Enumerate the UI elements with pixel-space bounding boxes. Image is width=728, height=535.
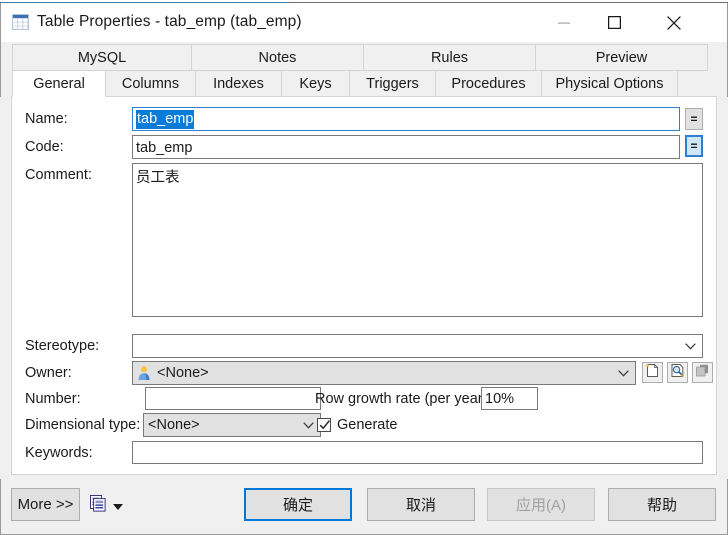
general-tab-panel: Name: tab_emp = Code: tab_emp = Comment:… [11, 96, 717, 475]
tab-indexes[interactable]: Indexes [196, 70, 282, 97]
code-input-value: tab_emp [136, 139, 193, 156]
comment-label: Comment: [25, 167, 92, 183]
chevron-down-icon [113, 497, 123, 515]
name-input[interactable]: tab_emp [132, 107, 680, 131]
apply-button: 应用(A) [487, 488, 595, 521]
create-object-button[interactable] [642, 362, 663, 383]
tab-label: Indexes [213, 75, 264, 92]
row-growth-rate-input[interactable]: 10% [481, 387, 538, 410]
code-equals-button[interactable]: = [685, 135, 703, 157]
tab-keys[interactable]: Keys [282, 70, 350, 97]
code-label: Code: [25, 139, 64, 155]
chevron-down-icon [685, 338, 696, 354]
keywords-label: Keywords: [25, 445, 93, 461]
tab-strip: MySQL Notes Rules Preview General Column… [0, 42, 728, 97]
generate-checkbox[interactable] [317, 418, 331, 432]
new-page-icon [645, 362, 660, 383]
apply-button-label: 应用(A) [516, 497, 566, 514]
tab-mysql[interactable]: MySQL [12, 44, 192, 71]
more-button-label: More >> [17, 496, 74, 513]
row-growth-rate-label: Row growth rate (per year): [315, 391, 492, 407]
equals-glyph: = [690, 139, 698, 153]
owner-combobox[interactable]: <None> [132, 361, 636, 385]
tab-general[interactable]: General [12, 70, 106, 97]
ok-button[interactable]: 确定 [244, 488, 352, 521]
comment-value: 员工表 [136, 170, 180, 186]
report-menu-button[interactable] [90, 495, 123, 517]
stereotype-combobox[interactable] [132, 334, 703, 358]
open-object-button [692, 362, 713, 383]
check-icon [319, 420, 330, 430]
number-label: Number: [25, 391, 81, 407]
window-title: Table Properties - tab_emp (tab_emp) [37, 13, 302, 30]
ok-button-label: 确定 [282, 497, 313, 514]
tab-procedures[interactable]: Procedures [436, 70, 542, 97]
chevron-down-icon [618, 365, 629, 381]
more-button[interactable]: More >> [11, 488, 80, 521]
tab-preview[interactable]: Preview [536, 44, 708, 71]
tab-label: Notes [258, 49, 297, 66]
name-input-value: tab_emp [136, 110, 195, 129]
browse-object-button[interactable] [667, 362, 688, 383]
tab-label: General [33, 75, 85, 92]
stereotype-label: Stereotype: [25, 338, 100, 354]
close-button[interactable] [651, 6, 697, 39]
tab-label: Preview [595, 49, 648, 66]
equals-glyph: = [690, 112, 698, 126]
tab-label: Rules [430, 49, 469, 66]
close-icon [667, 15, 681, 30]
chevron-down-icon [303, 417, 314, 433]
tab-label: Physical Options [555, 75, 664, 92]
title-bar: Table Properties - tab_emp (tab_emp) [0, 3, 728, 42]
page-search-icon [670, 363, 685, 383]
tab-label: Keys [299, 75, 332, 92]
cancel-button-label: 取消 [405, 497, 436, 514]
tab-rules[interactable]: Rules [364, 44, 536, 71]
tab-triggers[interactable]: Triggers [350, 70, 436, 97]
code-input[interactable]: tab_emp [132, 135, 680, 159]
report-icon [90, 495, 106, 517]
help-button-label: 帮助 [646, 497, 677, 514]
cancel-button[interactable]: 取消 [367, 488, 475, 521]
tab-physical-options[interactable]: Physical Options [542, 70, 678, 97]
keywords-input[interactable] [132, 441, 703, 464]
dimensional-type-label: Dimensional type: [25, 417, 141, 433]
tab-columns[interactable]: Columns [106, 70, 196, 97]
dimensional-type-value: <None> [148, 417, 200, 433]
maximize-icon [607, 16, 621, 29]
table-properties-dialog: Table Properties - tab_emp (tab_emp) MyS… [0, 0, 728, 535]
tab-label: Procedures [451, 75, 526, 92]
table-icon [12, 14, 29, 30]
number-input[interactable] [145, 387, 321, 410]
row-growth-rate-value: 10% [485, 391, 515, 407]
tab-label: Columns [121, 75, 180, 92]
generate-label: Generate [337, 417, 398, 433]
name-equals-button[interactable]: = [685, 108, 703, 130]
tab-notes[interactable]: Notes [192, 44, 364, 71]
name-label: Name: [25, 111, 68, 127]
dialog-footer: More >> 确定 取消 应用(A) 帮助 [0, 479, 728, 535]
tab-label: Triggers [366, 75, 419, 92]
owner-value: <None> [157, 365, 209, 381]
open-object-icon [695, 363, 710, 383]
user-icon [137, 365, 153, 385]
minimize-icon [558, 22, 570, 24]
tab-label: MySQL [77, 49, 127, 66]
help-button[interactable]: 帮助 [608, 488, 716, 521]
maximize-button[interactable] [591, 6, 637, 39]
owner-label: Owner: [25, 365, 72, 381]
minimize-button[interactable] [541, 6, 587, 39]
comment-textarea[interactable]: 员工表 [132, 163, 703, 317]
dimensional-type-combobox[interactable]: <None> [143, 413, 321, 437]
